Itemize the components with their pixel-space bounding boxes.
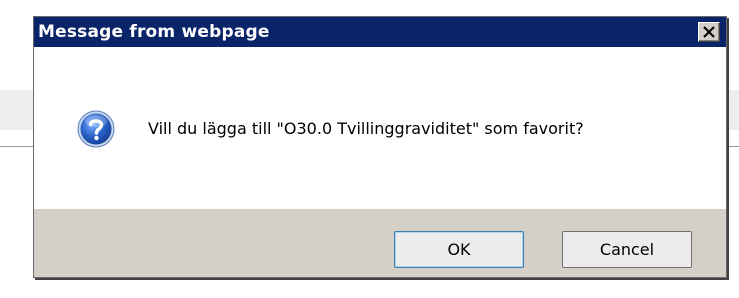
close-icon: [703, 26, 715, 38]
question-icon: [77, 110, 115, 148]
dialog-title: Message from webpage: [38, 22, 270, 42]
ok-button[interactable]: OK: [394, 231, 524, 268]
cancel-button[interactable]: Cancel: [562, 231, 692, 268]
message-dialog: Message from webpage Vill du lägga till …: [33, 16, 727, 278]
close-button[interactable]: [698, 22, 720, 42]
dialog-message: Vill du lägga till "O30.0 Tvillinggravid…: [148, 119, 584, 138]
dialog-content: Vill du lägga till "O30.0 Tvillinggravid…: [34, 47, 726, 209]
dialog-titlebar[interactable]: Message from webpage: [34, 17, 726, 47]
dialog-button-bar: OK Cancel: [34, 209, 726, 277]
